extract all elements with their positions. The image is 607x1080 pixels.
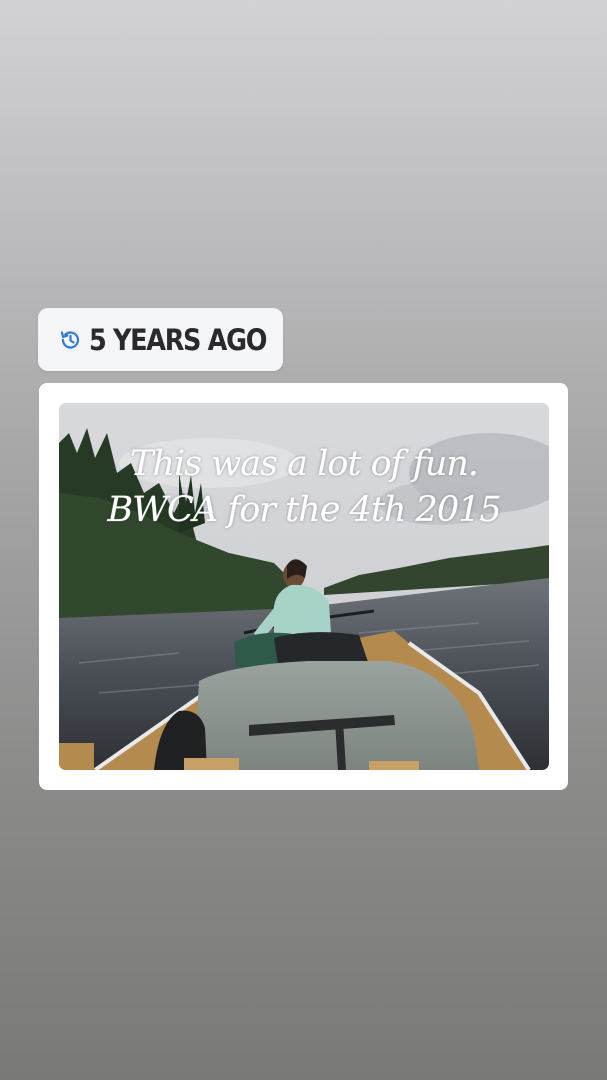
caption-line-1: This was a lot of fun. xyxy=(130,444,479,484)
history-clock-icon xyxy=(58,328,82,352)
memory-photo-card[interactable]: This was a lot of fun. BWCA for the 4th … xyxy=(39,383,568,790)
memory-photo: This was a lot of fun. BWCA for the 4th … xyxy=(59,403,549,770)
memory-label: 5 YEARS AGO xyxy=(89,322,267,357)
caption-line-2: BWCA for the 4th 2015 xyxy=(107,490,501,530)
memory-badge[interactable]: 5 YEARS AGO xyxy=(38,308,283,371)
photo-caption: This was a lot of fun. BWCA for the 4th … xyxy=(59,441,549,533)
story-screen: { "memory": { "icon": "history-clock-ico… xyxy=(0,0,607,1080)
